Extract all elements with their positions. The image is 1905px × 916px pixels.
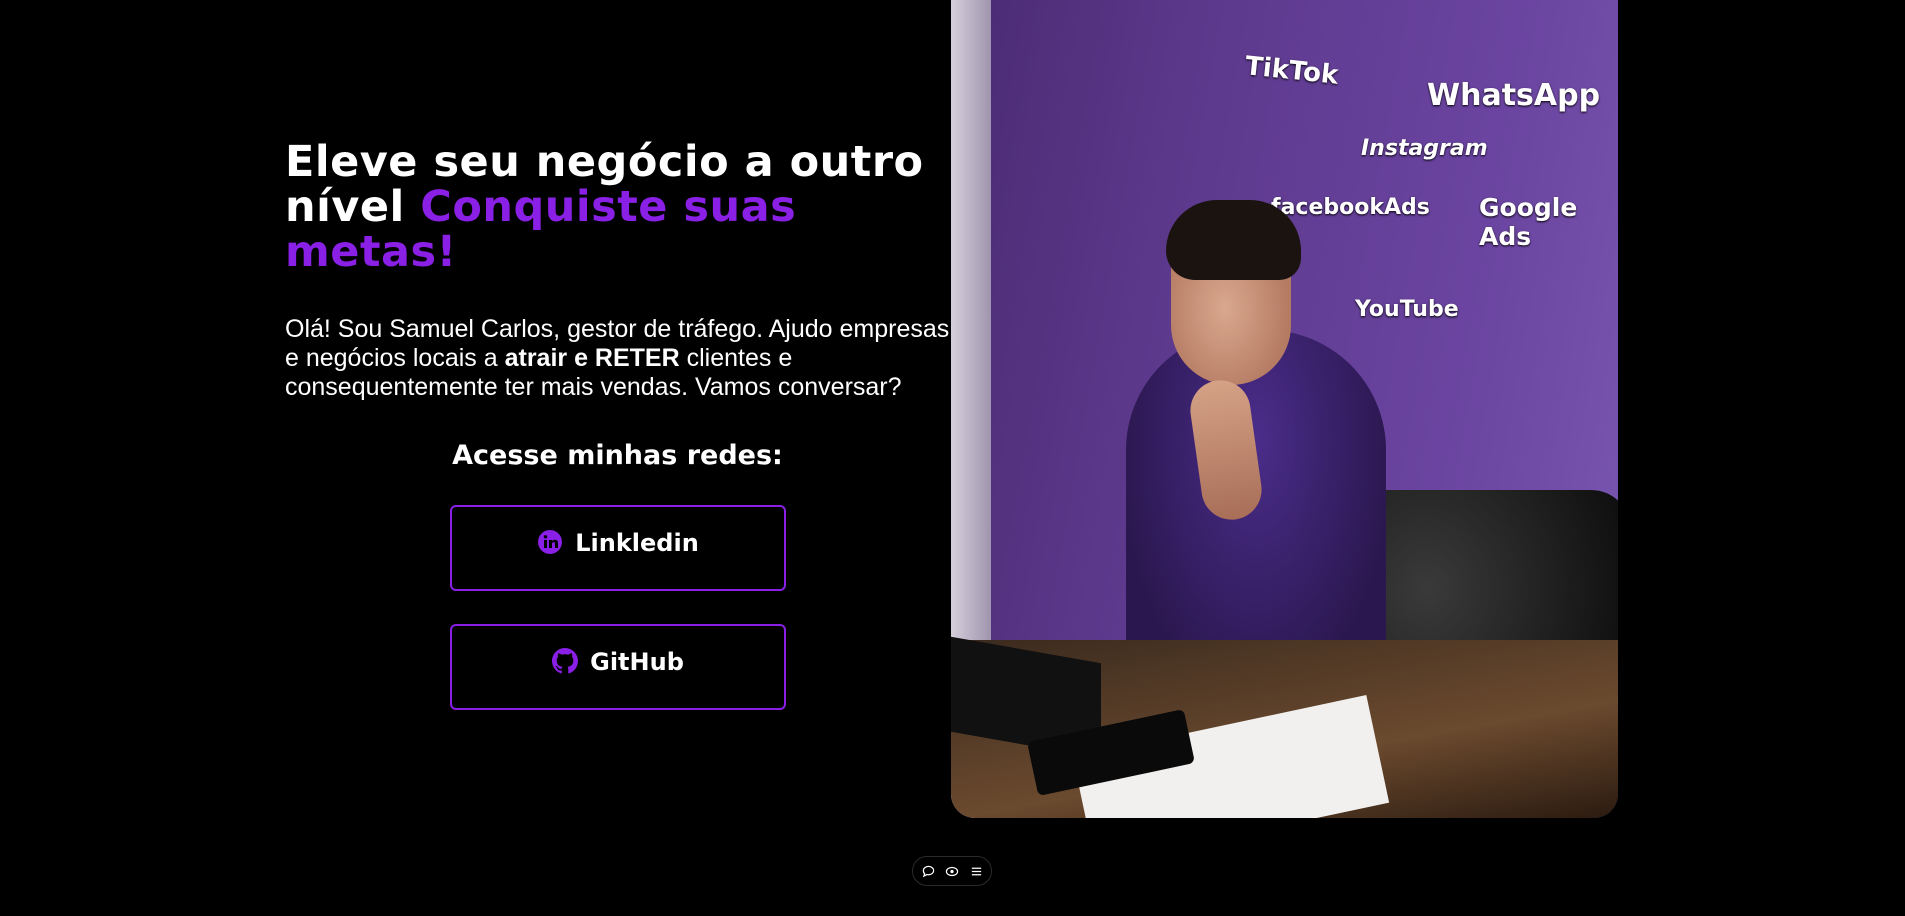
social-heading: Acesse minhas redes: <box>452 440 783 471</box>
linkedin-button[interactable]: Linkledin <box>450 505 786 591</box>
intro-bold: atrair e RETER <box>504 344 680 372</box>
linkedin-button-label: Linkledin <box>575 529 699 557</box>
hero-title: Eleve seu negócio a outro nível Conquist… <box>285 140 945 275</box>
linkedin-icon <box>537 529 563 555</box>
whatsapp-wall-logo: WhatsApp <box>1427 78 1601 113</box>
github-button-label: GitHub <box>590 648 684 676</box>
github-icon <box>552 648 579 674</box>
eye-icon[interactable] <box>944 863 960 879</box>
intro-paragraph: Olá! Sou Samuel Carlos, gestor de tráfeg… <box>285 315 955 402</box>
youtube-wall-logo: YouTube <box>1355 297 1459 322</box>
person-hair <box>1166 200 1301 280</box>
floating-toolbar <box>912 856 992 886</box>
tiktok-wall-logo: TikTok <box>1243 51 1340 91</box>
instagram-wall-logo: Instagram <box>1361 136 1488 161</box>
facebook-ads-wall-logo: facebookAds <box>1271 195 1430 220</box>
menu-icon[interactable] <box>968 863 984 879</box>
github-button[interactable]: GitHub <box>450 624 786 710</box>
chat-icon[interactable] <box>920 863 936 879</box>
profile-photo: TikTok WhatsApp Instagram facebookAds Go… <box>951 0 1618 818</box>
google-ads-wall-logo: Google Ads <box>1479 193 1578 251</box>
person-body <box>1126 330 1386 690</box>
